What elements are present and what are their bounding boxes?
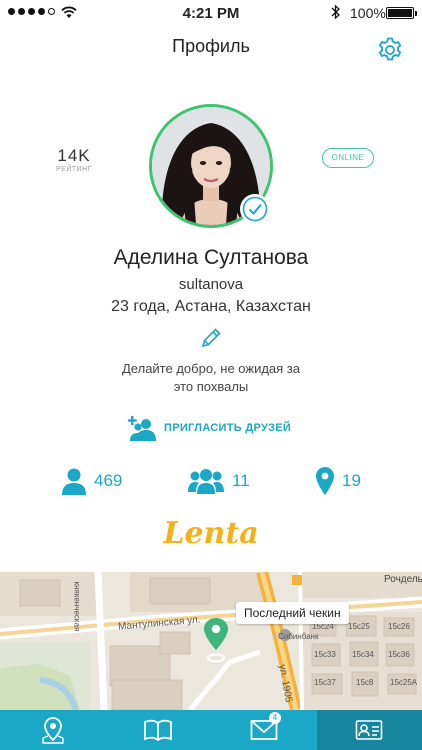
map-building-label: 15с26 <box>388 622 410 631</box>
map-street-label: Рочдельс <box>384 574 422 585</box>
map-building-label: 15с33 <box>314 650 336 659</box>
profile-bio: Делайте добро, не ожидая за это похвалы <box>0 360 422 396</box>
rating-block: 14K РЕЙТИНГ <box>48 146 100 173</box>
tab-map[interactable] <box>0 710 106 750</box>
battery-icon <box>386 7 417 19</box>
group-icon <box>188 469 224 494</box>
messages-badge: 4 <box>269 712 281 724</box>
map-building-label: 15с25 <box>348 622 370 631</box>
lenta-logo: Lenta <box>163 516 259 551</box>
tab-profile[interactable] <box>316 710 422 750</box>
followers-count: 469 <box>94 471 123 490</box>
map-building-label: 15с8 <box>356 678 374 687</box>
edit-pencil-icon[interactable] <box>199 326 223 350</box>
map-building-label: 15с25А <box>390 678 418 687</box>
profile-location: 23 года, Астана, Казахстан <box>111 298 311 315</box>
map-building-label: 15с36 <box>388 650 410 659</box>
last-checkin-label: Последний чекин <box>236 602 349 624</box>
page-title: Профиль <box>172 36 250 56</box>
places-count: 19 <box>342 471 361 490</box>
bottom-tab-bar: 4 <box>0 710 422 750</box>
places-stat[interactable]: 19 <box>316 464 361 498</box>
rating-label: РЕЙТИНГ <box>55 166 93 173</box>
groups-stat[interactable]: 11 <box>188 464 250 498</box>
map-pin-tab-icon <box>42 717 64 744</box>
invite-friends-button[interactable]: ПРИГЛАСИТЬ ДРУЗЕЙ <box>128 414 291 442</box>
profile-card-icon <box>355 720 383 740</box>
battery-percent: 100% <box>350 5 386 21</box>
book-icon <box>144 719 173 742</box>
map-tiles <box>0 572 422 710</box>
person-icon <box>62 468 86 495</box>
map-poi-label: Собинбанк <box>278 632 319 641</box>
map-building-label: 15с34 <box>352 650 374 659</box>
bio-line: Делайте добро, не ожидая за <box>122 361 300 376</box>
tab-messages[interactable]: 4 <box>211 710 317 750</box>
groups-count: 11 <box>232 471 250 490</box>
add-friends-icon <box>128 416 156 441</box>
verified-check-icon <box>240 194 270 224</box>
bio-line: это похвалы <box>173 379 249 394</box>
last-checkin-map[interactable]: Рочдельс Мантулинская ул. ул. 1905 Собин… <box>0 572 422 710</box>
profile-username: sultanova <box>178 276 244 293</box>
invite-friends-label: ПРИГЛАСИТЬ ДРУЗЕЙ <box>164 422 292 434</box>
followers-stat[interactable]: 469 <box>62 464 122 498</box>
status-bar: 4:21 PM 100% <box>0 0 422 26</box>
settings-gear-icon[interactable] <box>376 36 404 64</box>
online-status-badge: ONLINE <box>322 148 374 168</box>
rating-value: 14K <box>57 146 91 165</box>
tab-feed[interactable] <box>106 710 212 750</box>
location-pin-icon <box>316 467 334 495</box>
bluetooth-icon <box>331 4 340 20</box>
map-building-label: 15с37 <box>314 678 336 687</box>
profile-name: Аделина Султанова <box>113 246 309 269</box>
map-street-label: княкенческая <box>72 581 82 632</box>
